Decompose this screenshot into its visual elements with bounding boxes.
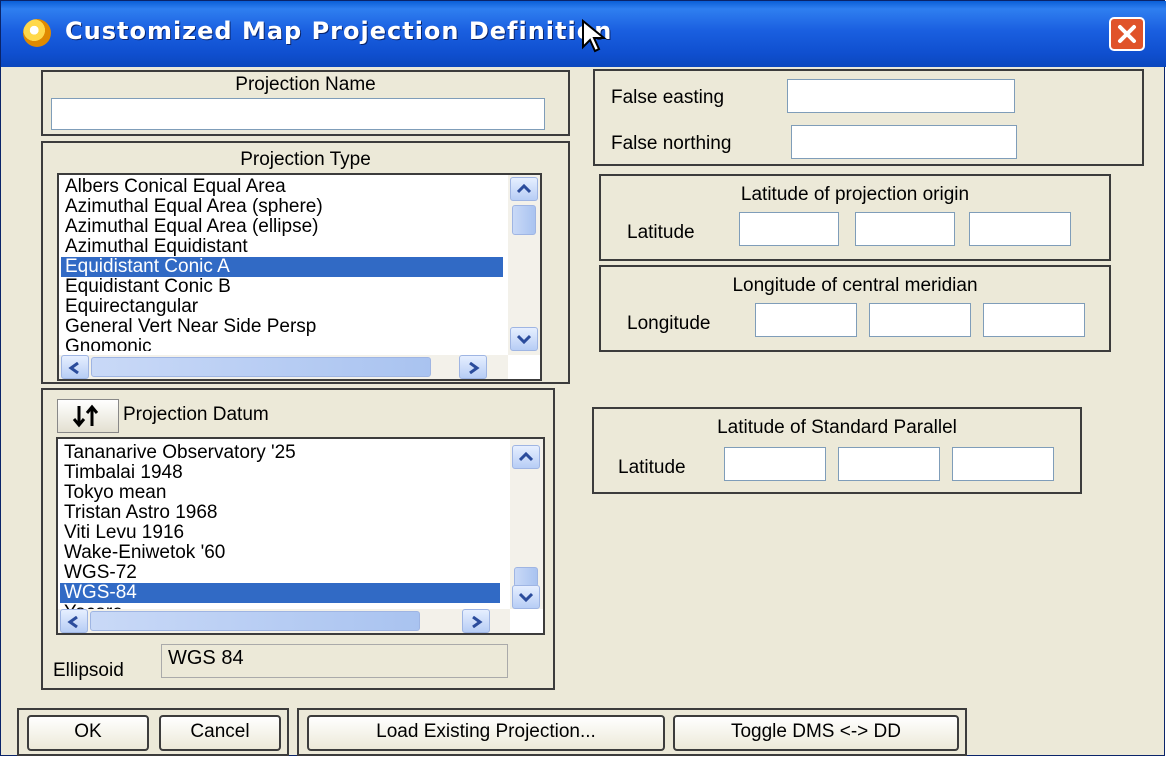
list-item[interactable]: Gnomonic — [65, 337, 152, 351]
scroll-down-button[interactable] — [512, 585, 540, 609]
scroll-down-button[interactable] — [510, 327, 538, 351]
sort-button[interactable] — [57, 399, 119, 433]
latitude-origin-panel: Latitude of projection origin Latitude — [599, 174, 1111, 261]
scroll-right-button[interactable] — [459, 355, 487, 379]
list-item[interactable]: Azimuthal Equal Area (sphere) — [65, 197, 323, 217]
list-item[interactable]: Tananarive Observatory '25 — [64, 443, 296, 463]
chevron-up-icon — [519, 452, 533, 462]
longitude-meridian-seconds-input[interactable] — [983, 303, 1085, 337]
sort-arrows-icon — [72, 404, 99, 428]
standard-parallel-seconds-input[interactable] — [952, 447, 1054, 481]
list-item[interactable]: Timbalai 1948 — [64, 463, 183, 483]
list-item[interactable]: Albers Conical Equal Area — [65, 177, 286, 197]
projection-type-vscroll[interactable] — [508, 175, 540, 355]
projection-type-hscroll[interactable] — [59, 355, 508, 379]
longitude-meridian-minutes-input[interactable] — [869, 303, 971, 337]
list-item[interactable]: Tristan Astro 1968 — [64, 503, 217, 523]
ellipsoid-label: Ellipsoid — [53, 660, 124, 681]
mouse-cursor-icon — [582, 19, 607, 53]
toggle-dms-dd-button[interactable]: Toggle DMS <-> DD — [673, 715, 959, 751]
longitude-meridian-label: Longitude — [627, 313, 711, 334]
projection-type-label: Projection Type — [240, 149, 371, 170]
list-item[interactable]: Azimuthal Equal Area (ellipse) — [65, 217, 318, 237]
title-bar[interactable]: Customized Map Projection Definition — [1, 1, 1166, 67]
longitude-meridian-title: Longitude of central meridian — [732, 275, 978, 296]
scroll-thumb[interactable] — [90, 611, 420, 631]
app-globe-icon — [23, 19, 51, 47]
longitude-meridian-panel: Longitude of central meridian Longitude — [599, 265, 1111, 352]
chevron-down-icon — [519, 592, 533, 602]
list-item[interactable]: Azimuthal Equidistant — [65, 237, 248, 257]
projection-name-label: Projection Name — [235, 74, 376, 95]
list-item[interactable]: Tokyo mean — [64, 483, 166, 503]
chevron-down-icon — [517, 334, 531, 344]
list-item[interactable]: Equirectangular — [65, 297, 198, 317]
list-item-selected[interactable]: Equidistant Conic A — [61, 257, 503, 277]
chevron-right-icon — [472, 616, 483, 628]
scroll-left-button[interactable] — [61, 355, 89, 379]
standard-parallel-panel: Latitude of Standard Parallel Latitude — [592, 407, 1082, 494]
projection-datum-vscroll[interactable] — [510, 439, 543, 609]
projection-datum-label: Projection Datum — [123, 404, 269, 425]
window-title: Customized Map Projection Definition — [65, 17, 613, 45]
projection-datum-list[interactable]: Tananarive Observatory '25 Timbalai 1948… — [56, 437, 545, 635]
chevron-up-icon — [517, 184, 531, 194]
false-easting-input[interactable] — [787, 79, 1015, 113]
chevron-left-icon — [67, 616, 78, 628]
close-icon — [1118, 25, 1136, 43]
standard-parallel-minutes-input[interactable] — [838, 447, 940, 481]
false-northing-input[interactable] — [791, 125, 1017, 159]
scroll-thumb[interactable] — [91, 357, 431, 377]
standard-parallel-degrees-input[interactable] — [724, 447, 826, 481]
list-item[interactable]: WGS-72 — [64, 563, 137, 583]
false-easting-label: False easting — [611, 87, 725, 108]
projection-type-list[interactable]: Albers Conical Equal Area Azimuthal Equa… — [57, 173, 542, 381]
projection-datum-panel: Projection Datum Tananarive Observatory … — [41, 388, 555, 690]
projection-name-panel: Projection Name — [41, 70, 570, 136]
latitude-origin-seconds-input[interactable] — [969, 212, 1071, 246]
list-item[interactable]: Equidistant Conic B — [65, 277, 231, 297]
scroll-thumb[interactable] — [514, 567, 538, 587]
list-item[interactable]: General Vert Near Side Persp — [65, 317, 316, 337]
scroll-thumb[interactable] — [512, 205, 536, 235]
latitude-origin-title: Latitude of projection origin — [740, 184, 970, 205]
ellipsoid-field: WGS 84 — [161, 644, 508, 678]
projection-name-input[interactable] — [51, 98, 545, 130]
projection-datum-hscroll[interactable] — [58, 609, 510, 633]
list-item-selected[interactable]: WGS-84 — [60, 583, 500, 603]
scroll-up-button[interactable] — [510, 177, 538, 201]
close-button[interactable] — [1109, 17, 1145, 51]
false-coords-panel: False easting False northing — [593, 69, 1144, 166]
projection-type-panel: Projection Type Albers Conical Equal Are… — [41, 141, 570, 384]
list-item[interactable]: Wake-Eniwetok '60 — [64, 543, 225, 563]
longitude-meridian-degrees-input[interactable] — [755, 303, 857, 337]
load-existing-projection-button[interactable]: Load Existing Projection... — [307, 715, 665, 751]
dialog-window: Customized Map Projection Definition Pro… — [0, 0, 1166, 756]
latitude-origin-minutes-input[interactable] — [855, 212, 955, 246]
scroll-up-button[interactable] — [512, 445, 540, 469]
ok-button[interactable]: OK — [27, 715, 149, 751]
latitude-origin-degrees-input[interactable] — [739, 212, 839, 246]
false-northing-label: False northing — [611, 133, 732, 154]
standard-parallel-label: Latitude — [618, 457, 686, 478]
scroll-right-button[interactable] — [462, 609, 490, 633]
chevron-left-icon — [68, 362, 79, 374]
cancel-button[interactable]: Cancel — [159, 715, 281, 751]
standard-parallel-title: Latitude of Standard Parallel — [717, 417, 957, 438]
chevron-right-icon — [469, 362, 480, 374]
list-item[interactable]: Viti Levu 1916 — [64, 523, 184, 543]
scroll-left-button[interactable] — [60, 609, 88, 633]
latitude-origin-label: Latitude — [627, 222, 695, 243]
